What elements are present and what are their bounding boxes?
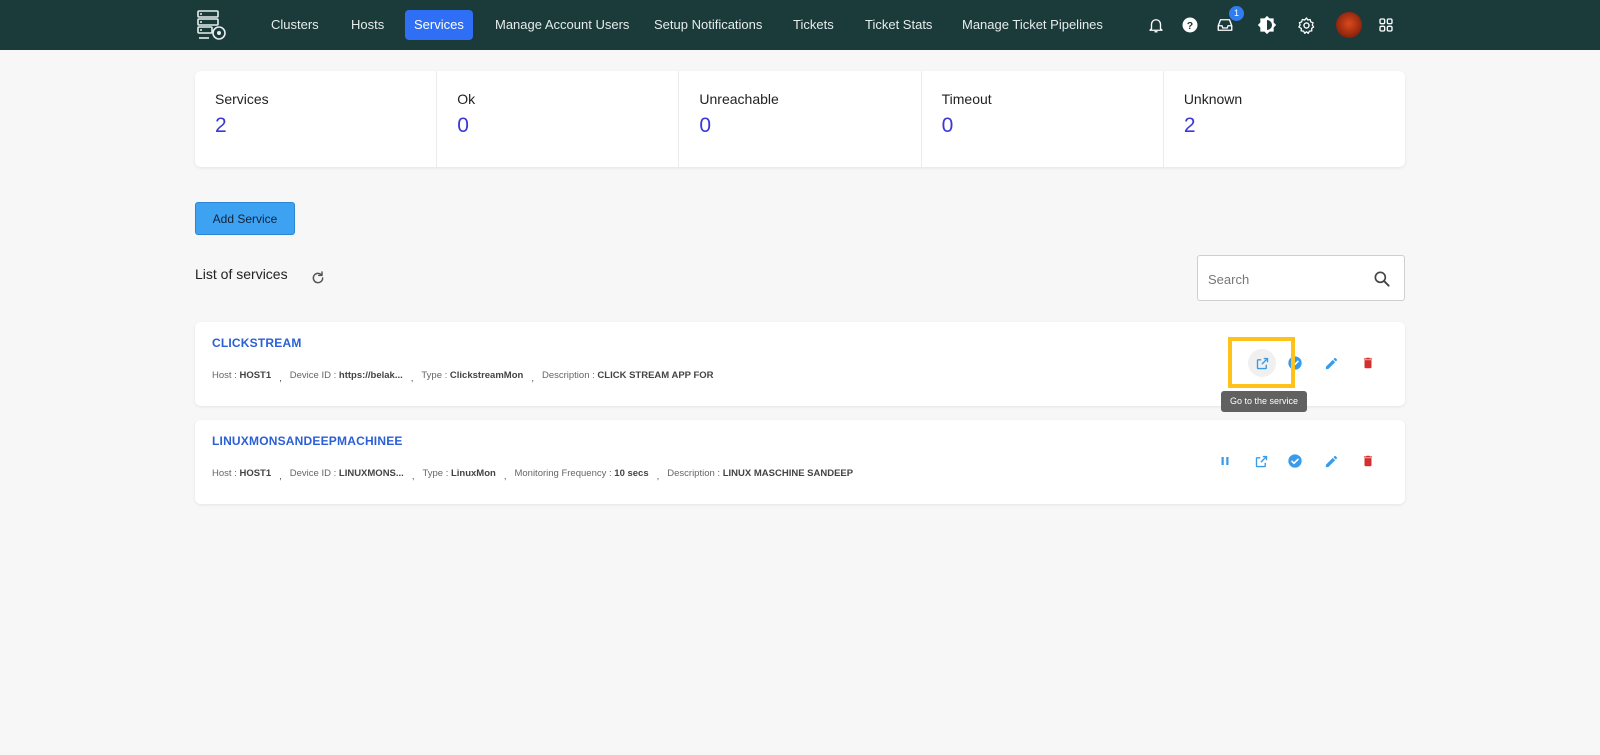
- meta-key: Host :: [212, 468, 237, 479]
- meta-device-id: https://belak...: [338, 370, 403, 381]
- app-logo[interactable]: [195, 8, 229, 42]
- open-external-button[interactable]: [1248, 448, 1274, 474]
- meta-host: HOST1: [239, 468, 272, 479]
- service-card: LINUXMONSANDEEPMACHINEE Host : HOST1 , D…: [195, 420, 1405, 504]
- meta-frequency: 10 secs: [614, 468, 649, 479]
- meta-key: Device ID :: [289, 370, 337, 381]
- service-meta: Host : HOST1 , Device ID : https://belak…: [212, 370, 714, 384]
- separator: ,: [279, 373, 282, 384]
- service-name-link[interactable]: LINUXMONSANDEEPMACHINEE: [212, 434, 403, 448]
- nav-tickets[interactable]: Tickets: [784, 10, 843, 40]
- stat-label: Unreachable: [699, 91, 779, 107]
- stat-services: Services 2: [195, 71, 438, 167]
- pause-button[interactable]: [1212, 448, 1238, 474]
- separator: ,: [503, 471, 507, 482]
- separator: ,: [410, 373, 414, 384]
- add-service-button[interactable]: Add Service: [195, 202, 295, 235]
- meta-description: LINUX MASCHINE SANDEEP: [722, 468, 854, 479]
- edit-button[interactable]: [1318, 448, 1344, 474]
- refresh-icon[interactable]: [308, 268, 328, 288]
- nav-hosts[interactable]: Hosts: [342, 10, 393, 40]
- separator: ,: [411, 471, 415, 482]
- separator: ,: [656, 471, 660, 482]
- nav-manage-account-users[interactable]: Manage Account Users: [486, 10, 638, 40]
- search-icon[interactable]: [1372, 269, 1392, 289]
- meta-key: Type :: [422, 468, 449, 479]
- stat-label: Services: [215, 91, 269, 107]
- stat-unreachable: Unreachable 0: [679, 71, 922, 167]
- service-stats-panel: Services 2 Ok 0 Unreachable 0 Timeout 0 …: [195, 71, 1405, 167]
- meta-type: ClickstreamMon: [449, 370, 524, 381]
- separator: ,: [279, 471, 282, 482]
- edit-button[interactable]: [1318, 350, 1344, 376]
- stat-unknown: Unknown 2: [1164, 71, 1405, 167]
- nav-ticket-stats[interactable]: Ticket Stats: [856, 10, 941, 40]
- gear-icon[interactable]: [1295, 14, 1317, 36]
- meta-key: Monitoring Frequency :: [514, 468, 612, 479]
- search-input[interactable]: [1208, 268, 1368, 290]
- nav-manage-ticket-pipelines[interactable]: Manage Ticket Pipelines: [953, 10, 1112, 40]
- meta-key: Host :: [212, 370, 237, 381]
- service-meta: Host : HOST1 , Device ID : LINUXMONS... …: [212, 468, 854, 482]
- meta-key: Device ID :: [289, 468, 337, 479]
- separator: ,: [531, 373, 534, 384]
- stat-value: 2: [215, 114, 227, 137]
- service-name-link[interactable]: CLICKSTREAM: [212, 336, 302, 350]
- apps-grid-icon[interactable]: [1375, 14, 1397, 36]
- meta-host: HOST1: [239, 370, 272, 381]
- meta-key: Description :: [541, 370, 595, 381]
- nav-setup-notifications[interactable]: Setup Notifications: [645, 10, 771, 40]
- tooltip: Go to the service: [1221, 391, 1307, 412]
- delete-button[interactable]: [1355, 448, 1381, 474]
- meta-key: Type :: [421, 370, 448, 381]
- bell-icon[interactable]: [1145, 14, 1167, 36]
- nav-services[interactable]: Services: [405, 10, 473, 40]
- stat-timeout: Timeout 0: [922, 71, 1164, 167]
- search-box: [1197, 255, 1405, 301]
- theme-icon[interactable]: [1256, 14, 1278, 36]
- stat-ok: Ok 0: [437, 71, 680, 167]
- status-check-icon[interactable]: [1282, 448, 1308, 474]
- meta-key: Description :: [667, 468, 721, 479]
- help-icon[interactable]: ?: [1179, 14, 1201, 36]
- stat-value: 0: [699, 114, 712, 137]
- nav-clusters[interactable]: Clusters: [262, 10, 328, 40]
- svg-text:?: ?: [1187, 20, 1193, 32]
- highlight-box: [1228, 337, 1295, 388]
- stat-value: 2: [1183, 114, 1196, 137]
- meta-device-id: LINUXMONS...: [338, 468, 404, 479]
- meta-type: LinuxMon: [450, 468, 496, 479]
- stat-value: 0: [941, 114, 954, 137]
- stat-label: Timeout: [941, 91, 992, 107]
- meta-description: CLICK STREAM APP FOR: [597, 370, 714, 381]
- avatar[interactable]: [1336, 12, 1362, 38]
- top-navbar: Clusters Hosts Services Manage Account U…: [0, 0, 1600, 50]
- stat-label: Ok: [457, 91, 476, 107]
- stat-label: Unknown: [1183, 91, 1243, 107]
- stat-value: 0: [457, 114, 469, 137]
- list-title: List of services: [195, 266, 288, 282]
- delete-button[interactable]: [1355, 350, 1381, 376]
- inbox-badge: 1: [1229, 6, 1244, 21]
